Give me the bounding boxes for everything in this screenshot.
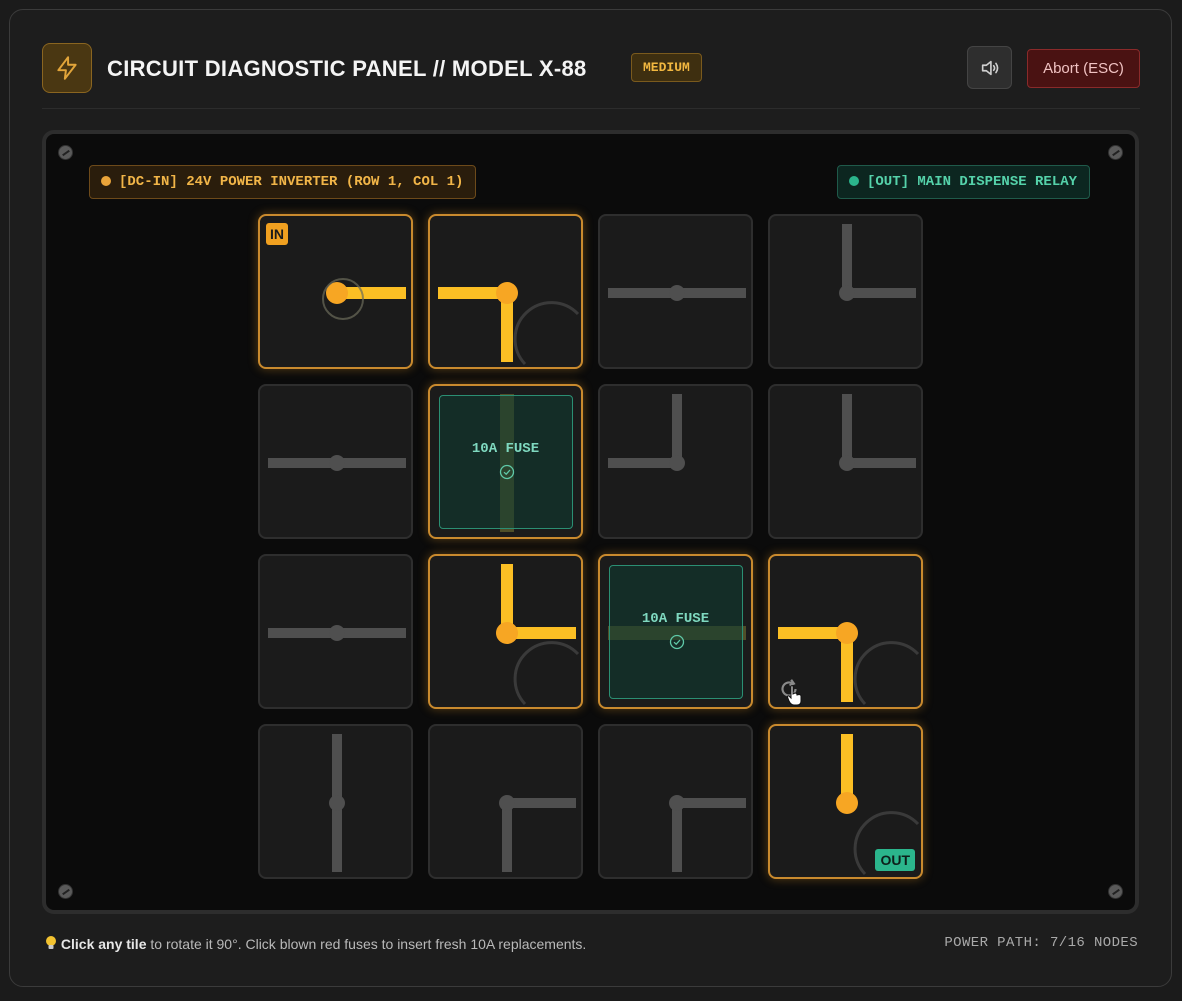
circuit-tile-r3-c4[interactable] — [768, 554, 923, 709]
screw-icon — [1108, 884, 1123, 899]
hand-pointer-icon — [786, 685, 802, 706]
circuit-tile-r3-c2[interactable] — [428, 554, 583, 709]
circuit-tile-r2-c4[interactable] — [768, 384, 923, 539]
fuse-housing[interactable] — [439, 395, 573, 529]
hint-rest-text: to rotate it 90°. Click blown red fuses … — [146, 936, 587, 952]
corner-wire-graphic — [496, 564, 580, 706]
screw-icon — [58, 145, 73, 160]
lightning-bolt-icon — [42, 43, 92, 93]
input-source-label: [DC-IN] 24V POWER INVERTER (ROW 1, COL 1… — [89, 165, 477, 199]
screw-icon — [1108, 145, 1123, 160]
check-circle-icon — [499, 464, 515, 480]
output-tag: OUT — [875, 849, 915, 871]
straight-wire-graphic — [268, 455, 406, 471]
corner-wire-graphic — [608, 394, 685, 471]
sound-toggle-button[interactable] — [967, 46, 1012, 89]
circuit-tile-r1-c3[interactable] — [598, 214, 753, 369]
circuit-tile-r4-c4[interactable]: OUT — [768, 724, 923, 879]
lightbulb-icon — [45, 936, 61, 952]
corner-wire-graphic — [669, 795, 746, 872]
circuit-tile-r1-c4[interactable] — [768, 214, 923, 369]
hint-text: Click any tile to rotate it 90°. Click b… — [45, 935, 586, 952]
circuit-tile-r4-c1[interactable] — [258, 724, 413, 879]
circuit-tile-r4-c3[interactable] — [598, 724, 753, 879]
circuit-tile-r2-c1[interactable] — [258, 384, 413, 539]
circuit-tile-r1-c2[interactable] — [428, 214, 583, 369]
output-label-text: [OUT] MAIN DISPENSE RELAY — [867, 174, 1078, 190]
straight-wire-graphic — [329, 734, 345, 872]
hint-bold-text: Click any tile — [60, 936, 147, 952]
corner-wire-graphic — [839, 394, 916, 471]
diagnostic-panel: CIRCUIT DIAGNOSTIC PANEL // MODEL X-88 M… — [9, 9, 1172, 987]
fuse-label: 10A FUSE — [641, 611, 710, 627]
fuse-label: 10A FUSE — [471, 441, 540, 457]
panel-header: CIRCUIT DIAGNOSTIC PANEL // MODEL X-88 M… — [42, 43, 1140, 109]
page-title: CIRCUIT DIAGNOSTIC PANEL // MODEL X-88 — [107, 56, 587, 81]
straight-wire-graphic — [608, 285, 746, 301]
abort-button[interactable]: Abort (ESC) — [1027, 49, 1140, 88]
fuse-housing[interactable] — [609, 565, 743, 699]
output-status-dot — [849, 176, 859, 186]
corner-wire-graphic — [438, 282, 580, 366]
circuit-tile-r2-c2[interactable]: 10A FUSE — [428, 384, 583, 539]
check-circle-icon — [669, 634, 685, 650]
speaker-icon — [981, 60, 998, 75]
input-status-dot — [101, 176, 111, 186]
corner-wire-graphic — [839, 224, 916, 301]
input-tag: IN — [266, 223, 288, 245]
circuit-tile-r2-c3[interactable] — [598, 384, 753, 539]
screw-icon — [58, 884, 73, 899]
straight-wire-graphic — [268, 625, 406, 641]
circuit-tile-r3-c3[interactable]: 10A FUSE — [598, 554, 753, 709]
input-label-text: [DC-IN] 24V POWER INVERTER (ROW 1, COL 1… — [119, 174, 464, 190]
circuit-tile-r1-c1[interactable]: IN — [258, 214, 413, 369]
power-path-status: POWER PATH: 7/16 NODES — [944, 935, 1138, 951]
circuit-tile-r3-c1[interactable] — [258, 554, 413, 709]
corner-wire-graphic — [499, 795, 576, 872]
circuit-board: [DC-IN] 24V POWER INVERTER (ROW 1, COL 1… — [42, 130, 1139, 914]
difficulty-badge: MEDIUM — [631, 53, 702, 82]
output-target-label: [OUT] MAIN DISPENSE RELAY — [837, 165, 1091, 199]
circuit-tile-r4-c2[interactable] — [428, 724, 583, 879]
